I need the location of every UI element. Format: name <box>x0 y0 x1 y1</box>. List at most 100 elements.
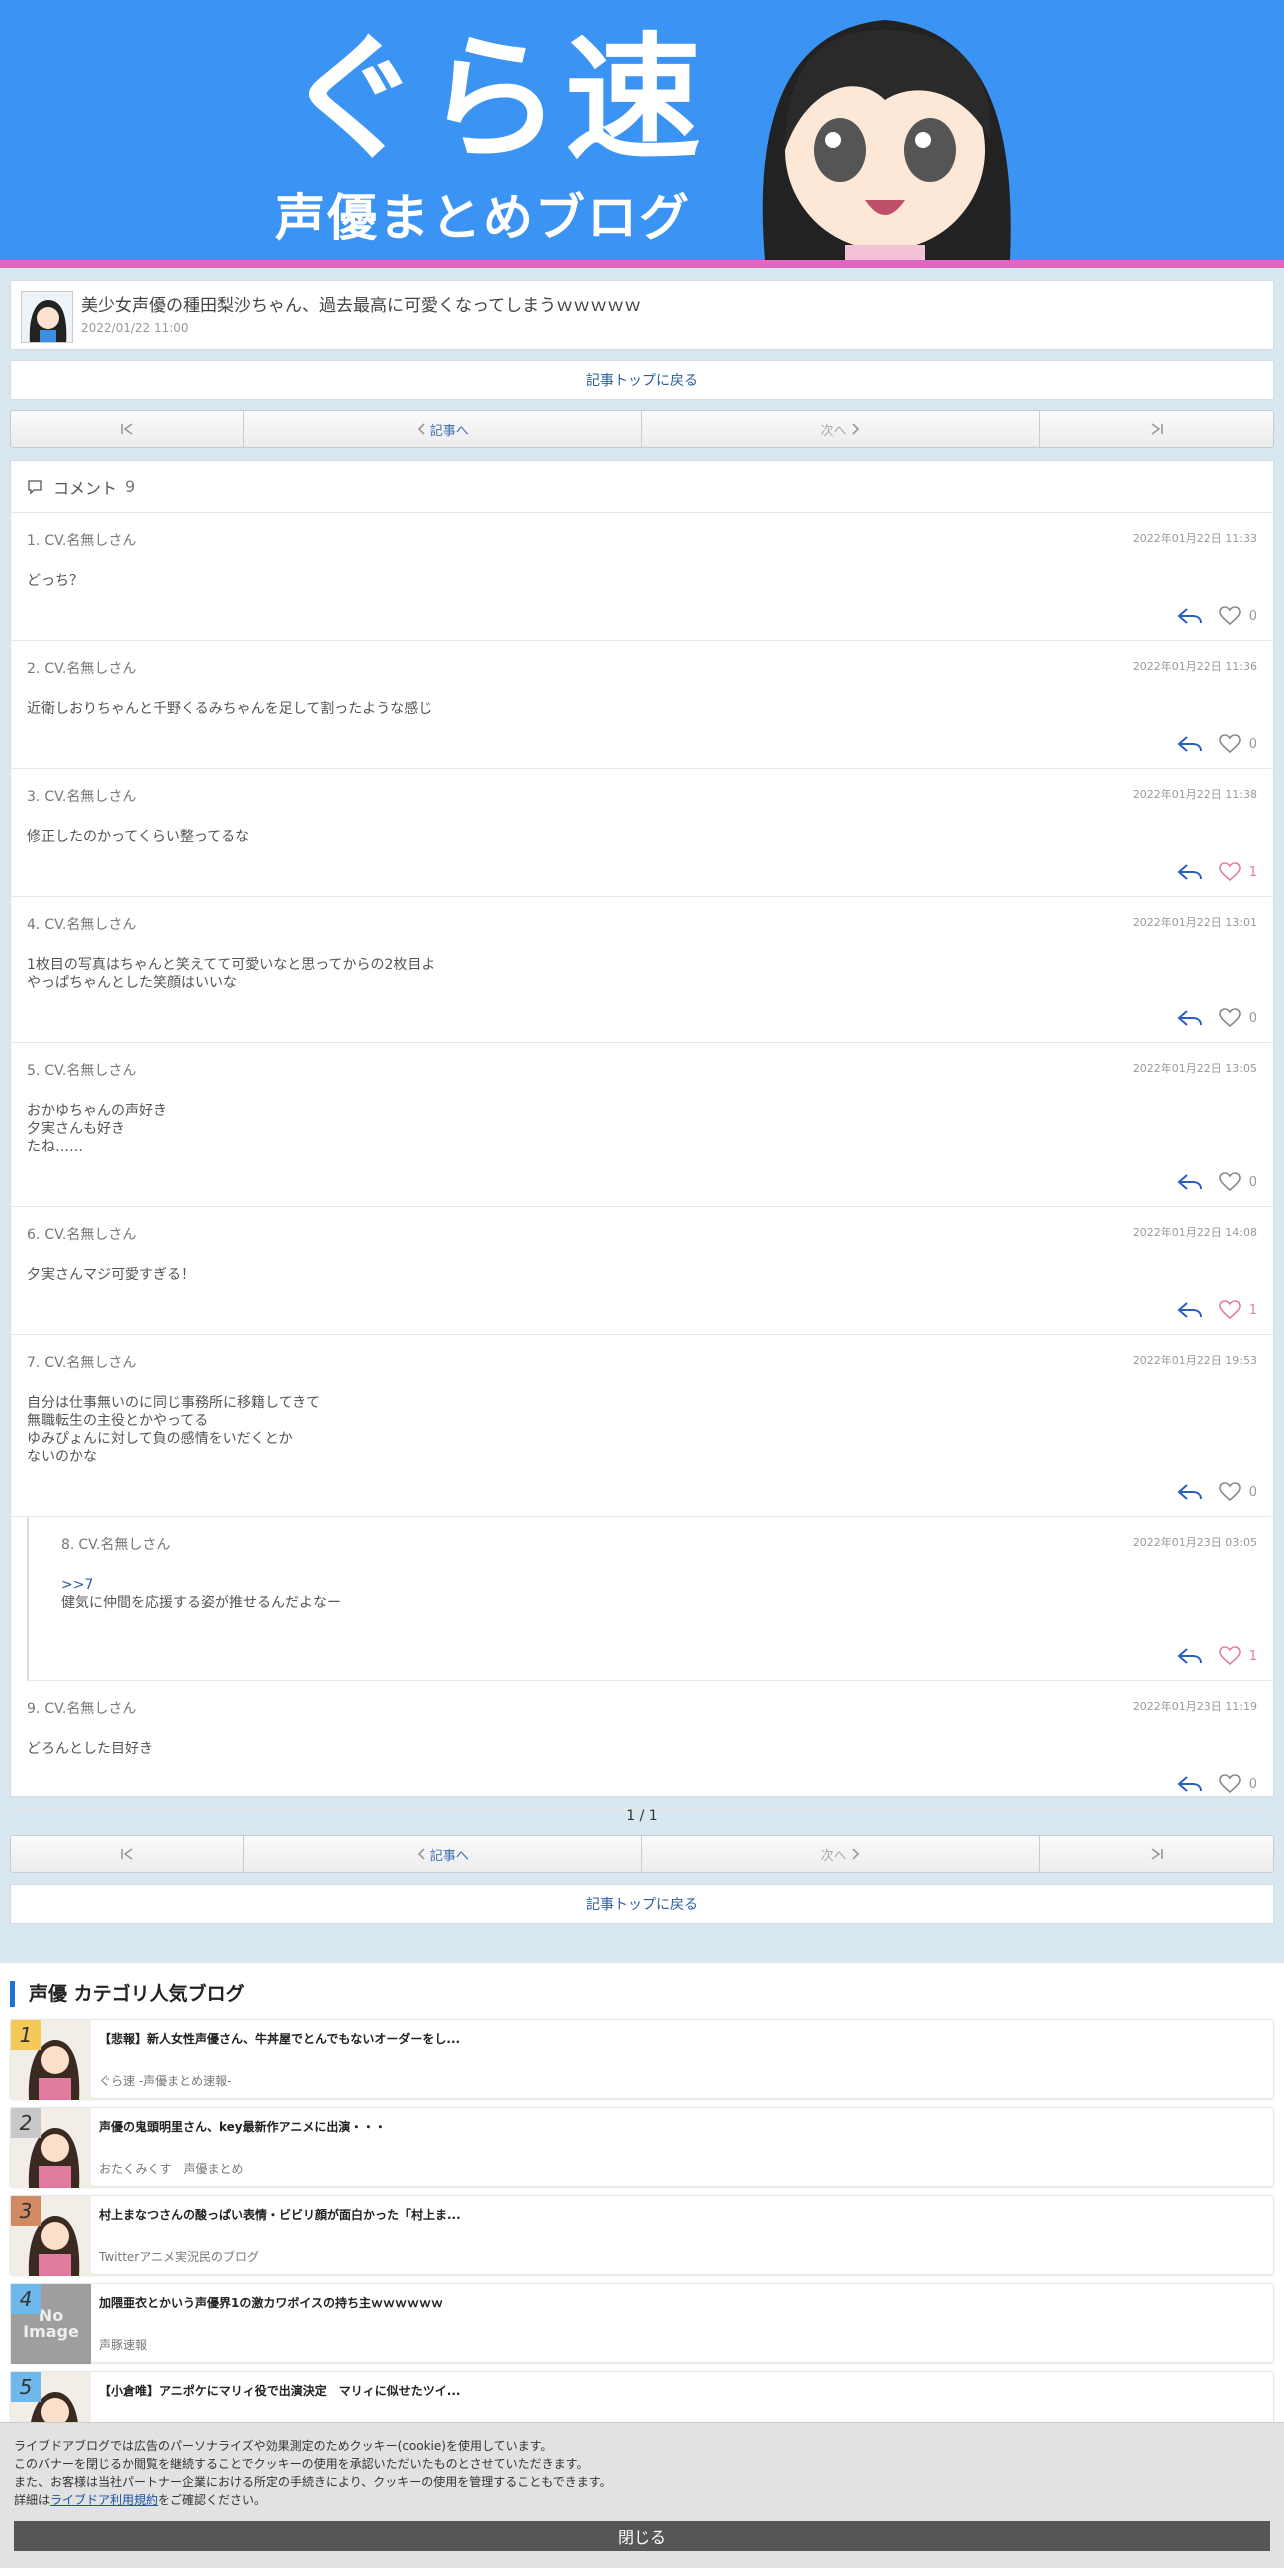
comment-number: 7. <box>27 1355 41 1371</box>
pager-first-button[interactable] <box>11 411 244 447</box>
like-count: 0 <box>1248 1484 1257 1500</box>
heart-icon[interactable] <box>1218 1008 1241 1028</box>
heart-icon[interactable] <box>1218 606 1241 626</box>
heart-icon[interactable] <box>1218 862 1241 882</box>
reply-icon[interactable] <box>1177 863 1203 881</box>
cookie-text-2: このバナーを閉じるか閲覧を継続することでクッキーの使用を承認いただいたものとさせ… <box>14 2457 589 2471</box>
popular-blog-item[interactable]: 1 【悲報】新人女性声優さん、牛丼屋でとんでもないオーダーをし... ぐら速 -声優… <box>10 2019 1274 2100</box>
comment-actions: 0 <box>1177 1008 1257 1028</box>
comment-actions: 0 <box>1177 1482 1257 1502</box>
comment-number: 1. <box>27 533 41 549</box>
comment-name: CV.名無しさん <box>44 1063 137 1079</box>
popular-thumbnail: 2 <box>11 2108 91 2188</box>
pager-next-button[interactable]: 次へ <box>642 411 1041 447</box>
reply-icon[interactable] <box>1177 1173 1203 1191</box>
comment-time: 2022年01月22日 11:36 <box>1132 660 1257 673</box>
popular-blog-item[interactable]: 2 声優の鬼頭明里さん、key最新作アニメに出演・・・ おたくみくす 声優まとめ <box>10 2107 1274 2188</box>
comment-time: 2022年01月23日 11:19 <box>1132 1700 1257 1713</box>
comment-body: どっち？ <box>27 572 1257 590</box>
popular-headline[interactable]: 村上まなつさんの酸っぱい表情・ビビリ顔が面白かった「村上ま... <box>99 2206 461 2223</box>
pager-prev-button[interactable]: 記事へ <box>244 1836 642 1872</box>
comment-text: 健気に仲間を応援する姿が推せるんだよなー <box>61 1595 341 1611</box>
comment-time: 2022年01月22日 11:38 <box>1132 788 1257 801</box>
reply-icon[interactable] <box>1177 1009 1203 1027</box>
reply-icon[interactable] <box>1177 607 1203 625</box>
popular-headline[interactable]: 【小倉唯】アニポケにマリィ役で出演決定 マリィに似せたツイ... <box>99 2382 460 2399</box>
comment-item: 3. CV.名無しさん 2022年01月22日 11:38 修正したのかってくらい整っ… <box>11 769 1273 897</box>
popular-headline[interactable]: 【悲報】新人女性声優さん、牛丼屋でとんでもないオーダーをし... <box>99 2030 460 2047</box>
comment-text: 1枚目の写真はちゃんと笑えてて可愛いなと思ってからの2枚目よ やっぱちゃんとした… <box>27 957 436 991</box>
header-banner[interactable]: ぐら速 声優まとめブログ <box>0 0 1284 260</box>
heart-icon[interactable] <box>1218 1482 1241 1502</box>
cookie-banner: ライブドアブログでは広告のパーソナライズや効果測定のためクッキー(cookie)… <box>0 2422 1284 2568</box>
heart-icon[interactable] <box>1218 1774 1241 1794</box>
chevron-right-icon <box>852 423 859 435</box>
comment-meta: 8. CV.名無しさん 2022年01月23日 03:05 <box>61 1517 1257 1554</box>
comment-number: 9. <box>27 1701 41 1717</box>
comment-author: 7. CV.名無しさん <box>27 1352 136 1372</box>
comment-list: 1. CV.名無しさん 2022年01月22日 11:33 どっち？ 0 2. CV.名無し… <box>11 513 1273 1809</box>
heart-icon[interactable] <box>1218 1300 1241 1320</box>
back-to-top-card: 記事トップに戻る <box>10 360 1274 400</box>
comment-meta: 4. CV.名無しさん 2022年01月22日 13:01 <box>27 897 1257 934</box>
popular-headline[interactable]: 声優の鬼頭明里さん、key最新作アニメに出演・・・ <box>99 2118 386 2135</box>
comment-author: 9. CV.名無しさん <box>27 1698 136 1718</box>
comment-meta: 9. CV.名無しさん 2022年01月23日 11:19 <box>27 1681 1257 1718</box>
reply-icon[interactable] <box>1177 1647 1203 1665</box>
popular-blog-item[interactable]: No Image 4 加隈亜衣とかいう声優界1の激カワボイスの持ち主ｗｗｗｗｗｗ 声豚… <box>10 2283 1274 2364</box>
article-header: 美少女声優の種田梨沙ちゃん、過去最高に可愛くなってしまうｗｗｗｗｗ 2022/0… <box>10 280 1274 350</box>
like-count: 0 <box>1248 1776 1257 1792</box>
comment-author: 5. CV.名無しさん <box>27 1060 136 1080</box>
pager-next-button[interactable]: 次へ <box>642 1836 1041 1872</box>
terms-link[interactable]: ライブドア利用規約 <box>50 2493 158 2507</box>
popular-headline[interactable]: 加隈亜衣とかいう声優界1の激カワボイスの持ち主ｗｗｗｗｗｗ <box>99 2294 443 2311</box>
comment-meta: 1. CV.名無しさん 2022年01月22日 11:33 <box>27 513 1257 550</box>
comment-time: 2022年01月22日 14:08 <box>1132 1226 1257 1239</box>
first-page-icon <box>121 423 133 435</box>
pager-prev-label: 記事へ <box>429 423 469 439</box>
pager-first-button[interactable] <box>11 1836 244 1872</box>
pager-prev-button[interactable]: 記事へ <box>244 411 642 447</box>
article-thumbnail <box>21 291 73 343</box>
comment-actions: 0 <box>1177 734 1257 754</box>
article-title[interactable]: 美少女声優の種田梨沙ちゃん、過去最高に可愛くなってしまうｗｗｗｗｗ <box>81 291 641 316</box>
back-to-article-top-link[interactable]: 記事トップに戻る <box>11 1885 1273 1925</box>
comment-body: 1枚目の写真はちゃんと笑えてて可愛いなと思ってからの2枚目よ やっぱちゃんとした… <box>27 956 1257 992</box>
speech-bubble-icon <box>28 479 42 495</box>
site-subtitle: 声優まとめブログ <box>275 189 691 247</box>
comment-anchor-link[interactable]: >>7 <box>61 1577 93 1593</box>
pager-last-button[interactable] <box>1040 411 1273 447</box>
cookie-text-4-post: をご確認ください。 <box>158 2493 267 2507</box>
heart-icon[interactable] <box>1218 1646 1241 1666</box>
comment-author: 4. CV.名無しさん <box>27 914 136 934</box>
chevron-right-icon <box>852 1848 859 1860</box>
heart-icon[interactable] <box>1218 734 1241 754</box>
comment-item: 4. CV.名無しさん 2022年01月22日 13:01 1枚目の写真はちゃんと笑え… <box>11 897 1273 1043</box>
popular-blogs-title: 声優 カテゴリ人気ブログ <box>10 1981 245 2007</box>
cookie-close-button[interactable]: 閉じる <box>14 2521 1270 2551</box>
rank-badge: 5 <box>11 2372 41 2402</box>
back-to-article-top-link[interactable]: 記事トップに戻る <box>11 361 1273 401</box>
comment-text: どっち？ <box>27 573 83 589</box>
comments-header: コメント 9 <box>11 461 1273 513</box>
cookie-text-4-pre: 詳細は <box>14 2493 51 2507</box>
comment-text: 近衛しおりちゃんと千野くるみちゃんを足して割ったような感じ <box>27 701 433 717</box>
heart-icon[interactable] <box>1218 1172 1241 1192</box>
popular-blog-item[interactable]: 3 村上まなつさんの酸っぱい表情・ビビリ顔が面白かった「村上ま... Twitter… <box>10 2195 1274 2276</box>
comment-item: 5. CV.名無しさん 2022年01月22日 13:05 おかゆちゃんの声好き 夕実… <box>11 1043 1273 1207</box>
rank-badge: 3 <box>11 2196 41 2226</box>
comment-number: 6. <box>27 1227 41 1243</box>
reply-icon[interactable] <box>1177 1775 1203 1793</box>
like-count: 0 <box>1248 1010 1257 1026</box>
comment-body: 修正したのかってくらい整ってるな <box>27 828 1257 846</box>
like-count: 0 <box>1248 608 1257 624</box>
reply-icon[interactable] <box>1177 1301 1203 1319</box>
pager-last-button[interactable] <box>1040 1836 1273 1872</box>
rank-badge: 1 <box>11 2020 41 2050</box>
comment-text: 夕実さんマジ可愛すぎる！ <box>27 1267 195 1283</box>
comment-meta: 2. CV.名無しさん 2022年01月22日 11:36 <box>27 641 1257 678</box>
comment-time: 2022年01月22日 13:05 <box>1132 1062 1257 1075</box>
reply-icon[interactable] <box>1177 735 1203 753</box>
reply-icon[interactable] <box>1177 1483 1203 1501</box>
comment-author: 2. CV.名無しさん <box>27 658 136 678</box>
